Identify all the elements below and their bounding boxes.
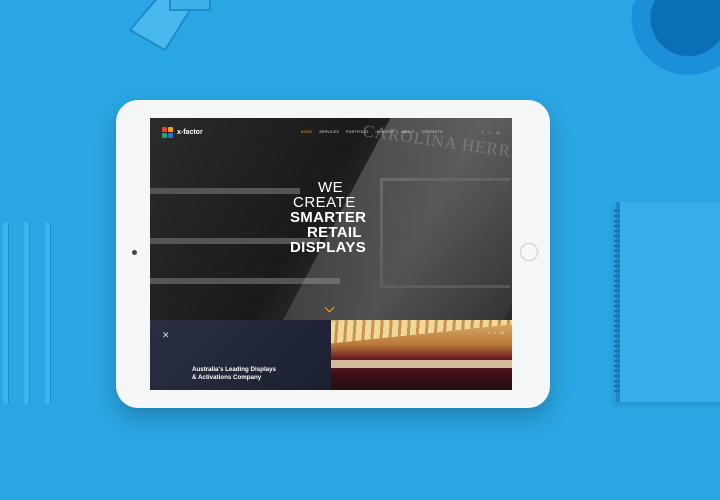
tablet-screen: CAROLINA HERRERA x-factor HOME SERVICES … [150, 118, 512, 390]
site-logo[interactable]: x-factor [162, 126, 203, 138]
hero-headline: WE CREATE SMARTER RETAIL DISPLAYS [290, 180, 366, 255]
tagline-line: Australia's Leading Displays [192, 366, 276, 373]
company-tagline: Australia's Leading Displays & Activatio… [192, 366, 322, 382]
x-factor-logo-icon [162, 126, 173, 138]
nav-item-about[interactable]: ABOUT [401, 130, 414, 134]
twitter-icon[interactable]: t [489, 130, 490, 135]
intro-panel: ✕ Australia's Leading Displays & Activat… [150, 320, 331, 390]
section-x-icon: ✕ [162, 330, 170, 340]
nav-item-portfolio[interactable]: PORTFOLIO [346, 130, 369, 134]
tagline-line: & Activations Company [192, 374, 262, 381]
pencil [24, 222, 29, 404]
desk-organizer [120, 0, 230, 60]
site-nav: x-factor HOME SERVICES PORTFOLIO INSIGHT… [150, 118, 512, 146]
logo-text: x-factor [177, 128, 203, 136]
nav-item-home[interactable]: HOME [301, 130, 313, 134]
nav-menu: HOME SERVICES PORTFOLIO INSIGHTS ABOUT C… [301, 130, 443, 134]
camera [132, 250, 137, 255]
tablet-device: CAROLINA HERRERA x-factor HOME SERVICES … [116, 100, 550, 408]
photo-social-links: f t ◎ [488, 330, 504, 335]
nav-item-contacts[interactable]: CONTACTS [421, 130, 442, 134]
headline-line: RETAIL [307, 224, 362, 241]
facebook-icon[interactable]: f [488, 330, 489, 335]
hero-section: CAROLINA HERRERA x-factor HOME SERVICES … [150, 118, 512, 320]
instagram-icon[interactable]: ◎ [501, 330, 505, 335]
social-links: f t ◎ [482, 130, 500, 135]
headline-line: CREATE [293, 194, 356, 211]
instagram-icon[interactable]: ◎ [497, 130, 501, 135]
nav-item-services[interactable]: SERVICES [319, 130, 339, 134]
pencil [45, 222, 50, 404]
facebook-icon[interactable]: f [482, 130, 483, 135]
home-button[interactable] [520, 243, 538, 261]
headline-line: SMARTER [290, 209, 367, 226]
pencil [3, 222, 8, 404]
cup [628, 0, 720, 90]
headline-line: DISPLAYS [290, 239, 367, 256]
notebook [614, 202, 720, 402]
venue-photo: f t ◎ [331, 320, 512, 390]
twitter-icon[interactable]: t [494, 330, 495, 335]
nav-item-insights[interactable]: INSIGHTS [376, 130, 395, 134]
headline-line: WE [318, 179, 344, 196]
